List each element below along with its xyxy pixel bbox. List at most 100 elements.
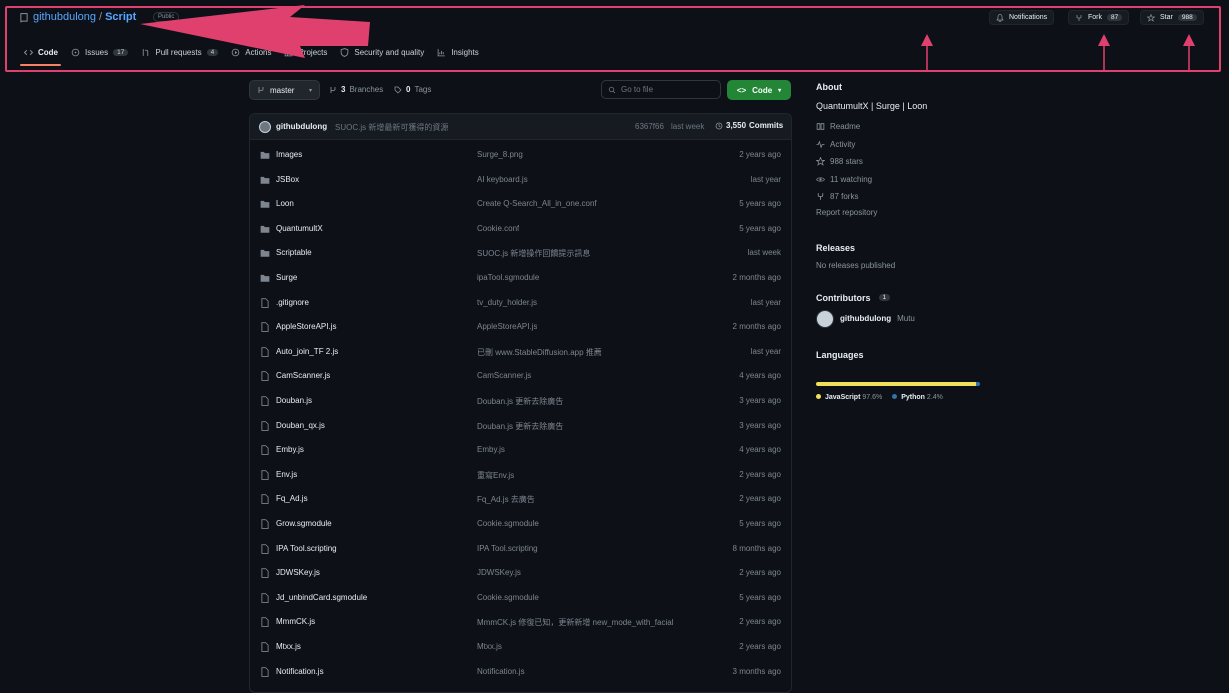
- notifications-button[interactable]: Notifications: [989, 10, 1055, 25]
- commit-author[interactable]: githubdulong: [276, 122, 327, 131]
- file-commit-message[interactable]: AppleStoreAPI.js: [477, 322, 537, 331]
- activity-link[interactable]: Activity: [816, 136, 986, 154]
- file-row[interactable]: JDWSKey.js JDWSKey.js 2 years ago: [250, 561, 791, 586]
- file-name-link[interactable]: Scriptable: [276, 248, 312, 257]
- file-name-link[interactable]: IPA Tool.scripting: [276, 544, 337, 553]
- file-commit-message[interactable]: tv_duty_holder.js: [477, 298, 537, 307]
- file-row[interactable]: CamScanner.js CamScanner.js 4 years ago: [250, 364, 791, 389]
- file-row[interactable]: Auto_join_TF 2.js 已刪 www.StableDiffusion.…: [250, 340, 791, 365]
- file-commit-message[interactable]: Douban.js 更新去除廣告: [477, 421, 563, 432]
- code-button[interactable]: <> Code ▾: [727, 80, 791, 100]
- file-commit-message[interactable]: CamScanner.js: [477, 371, 531, 380]
- star-button[interactable]: Star 988: [1140, 10, 1204, 25]
- repo-owner-link[interactable]: githubdulong: [33, 11, 96, 23]
- file-name-link[interactable]: Notification.js: [276, 667, 324, 676]
- file-commit-message[interactable]: Fq_Ad.js 去廣告: [477, 494, 535, 505]
- file-name-link[interactable]: Fq_Ad.js: [276, 494, 308, 503]
- file-name-link[interactable]: Douban_qx.js: [276, 421, 325, 430]
- file-name-link[interactable]: QuantumultX: [276, 224, 323, 233]
- file-row[interactable]: Douban.js Douban.js 更新去除廣告 3 years ago: [250, 389, 791, 414]
- file-name-link[interactable]: Env.js: [276, 470, 297, 479]
- file-name-link[interactable]: AppleStoreAPI.js: [276, 322, 336, 331]
- tab-security[interactable]: Security and quality: [336, 44, 433, 60]
- language-item-python[interactable]: Python 2.4%: [892, 394, 943, 401]
- go-to-file-input[interactable]: Go to file: [601, 80, 721, 99]
- file-row[interactable]: MmmCK.js MmmCK.js 修復已知，更新新增 new_mode_with…: [250, 610, 791, 635]
- file-row[interactable]: Fq_Ad.js Fq_Ad.js 去廣告 2 years ago: [250, 487, 791, 512]
- file-name-link[interactable]: Images: [276, 150, 302, 159]
- file-commit-message[interactable]: Surge_8.png: [477, 150, 523, 159]
- file-commit-message[interactable]: MmmCK.js 修復已知，更新新增 new_mode_with_facial: [477, 617, 674, 628]
- file-commit-message[interactable]: Douban.js 更新去除廣告: [477, 396, 563, 407]
- file-row[interactable]: .gitignore tv_duty_holder.js last year: [250, 291, 791, 316]
- file-commit-message[interactable]: ipaTool.sgmodule: [477, 273, 539, 282]
- file-commit-message[interactable]: IPA Tool.scripting: [477, 544, 538, 553]
- file-row[interactable]: Env.js 重寫Env.js 2 years ago: [250, 463, 791, 488]
- file-commit-message[interactable]: Notification.js: [477, 667, 525, 676]
- file-row[interactable]: Loon Create Q-Search_All_in_one.conf 5 yea…: [250, 192, 791, 217]
- file-name-link[interactable]: Grow.sgmodule: [276, 519, 332, 528]
- file-name-link[interactable]: MmmCK.js: [276, 617, 315, 626]
- file-row[interactable]: Jd_unbindCard.sgmodule Cookie.sgmodule 5 y…: [250, 586, 791, 611]
- file-row[interactable]: AppleStoreAPI.js AppleStoreAPI.js 2 months…: [250, 315, 791, 340]
- commit-hash[interactable]: 6367f66: [635, 122, 664, 131]
- file-row[interactable]: Grow.sgmodule Cookie.sgmodule 5 years ago: [250, 512, 791, 537]
- file-name-link[interactable]: CamScanner.js: [276, 371, 330, 380]
- tab-projects[interactable]: Projects: [280, 44, 336, 60]
- contributors-heading[interactable]: Contributors: [816, 293, 871, 303]
- file-row[interactable]: Emby.js Emby.js 4 years ago: [250, 438, 791, 463]
- file-row[interactable]: Mtxx.js Mtxx.js 2 years ago: [250, 635, 791, 660]
- tags-link[interactable]: 0 Tags: [394, 85, 431, 94]
- file-commit-message[interactable]: JDWSKey.js: [477, 568, 521, 577]
- file-name-link[interactable]: .gitignore: [276, 298, 309, 307]
- file-name-link[interactable]: Mtxx.js: [276, 642, 301, 651]
- readme-link[interactable]: Readme: [816, 118, 986, 136]
- releases-heading[interactable]: Releases: [816, 243, 986, 253]
- tab-code[interactable]: Code: [20, 44, 67, 66]
- file-row[interactable]: Images Surge_8.png 2 years ago: [250, 143, 791, 168]
- tab-pull-requests[interactable]: Pull requests 4: [137, 44, 227, 60]
- contributor-item[interactable]: githubdulong Mutu: [816, 309, 986, 328]
- file-icon: [261, 617, 269, 628]
- file-commit-message[interactable]: Cookie.sgmodule: [477, 519, 539, 528]
- forks-link[interactable]: 87 forks: [816, 188, 986, 206]
- file-row[interactable]: IPA Tool.scripting IPA Tool.scripting 8 mo…: [250, 537, 791, 562]
- file-row[interactable]: Surge ipaTool.sgmodule 2 months ago: [250, 266, 791, 291]
- file-commit-message[interactable]: Mtxx.js: [477, 642, 502, 651]
- file-name-link[interactable]: JDWSKey.js: [276, 568, 320, 577]
- file-commit-message[interactable]: Emby.js: [477, 445, 505, 454]
- file-commit-message[interactable]: Create Q-Search_All_in_one.conf: [477, 199, 597, 208]
- watching-link[interactable]: 11 watching: [816, 171, 986, 189]
- file-commit-message[interactable]: 已刪 www.StableDiffusion.app 推薦: [477, 347, 602, 358]
- file-name-link[interactable]: JSBox: [276, 175, 299, 184]
- tab-actions[interactable]: Actions: [227, 44, 280, 60]
- file-commit-message[interactable]: 重寫Env.js: [477, 470, 514, 481]
- avatar[interactable]: [816, 309, 834, 328]
- file-name-link[interactable]: Auto_join_TF 2.js: [276, 347, 338, 356]
- file-name-link[interactable]: Loon: [276, 199, 294, 208]
- repo-name-link[interactable]: Script: [105, 11, 136, 23]
- file-name-link[interactable]: Douban.js: [276, 396, 312, 405]
- file-row[interactable]: QuantumultX Cookie.conf 5 years ago: [250, 217, 791, 242]
- file-commit-message[interactable]: Cookie.conf: [477, 224, 519, 233]
- fork-button[interactable]: Fork 87: [1068, 10, 1130, 25]
- stars-link[interactable]: 988 stars: [816, 153, 986, 171]
- commits-link[interactable]: 3,550 Commits: [715, 121, 783, 130]
- file-name-link[interactable]: Surge: [276, 273, 297, 282]
- language-item-javascript[interactable]: JavaScript 97.6%: [816, 394, 882, 401]
- avatar[interactable]: [259, 121, 271, 133]
- file-commit-message[interactable]: Cookie.sgmodule: [477, 593, 539, 602]
- file-name-link[interactable]: Jd_unbindCard.sgmodule: [276, 593, 367, 602]
- tab-issues[interactable]: Issues 17: [67, 44, 137, 60]
- tab-insights[interactable]: Insights: [433, 44, 488, 60]
- file-row[interactable]: Scriptable SUOC.js 新增操作回饋提示訊息 last week: [250, 241, 791, 266]
- file-name-link[interactable]: Emby.js: [276, 445, 304, 454]
- branches-link[interactable]: 3 Branches: [329, 85, 383, 94]
- file-row[interactable]: JSBox AI keyboard.js last year: [250, 168, 791, 193]
- file-commit-message[interactable]: AI keyboard.js: [477, 175, 528, 184]
- report-repository-link[interactable]: Report repository: [816, 208, 986, 217]
- file-row[interactable]: Douban_qx.js Douban.js 更新去除廣告 3 years ago: [250, 414, 791, 439]
- file-commit-message[interactable]: SUOC.js 新增操作回饋提示訊息: [477, 248, 590, 259]
- commit-message[interactable]: SUOC.js 新增最新可獲得的資源: [335, 122, 448, 133]
- branch-selector[interactable]: master ▾: [249, 80, 320, 100]
